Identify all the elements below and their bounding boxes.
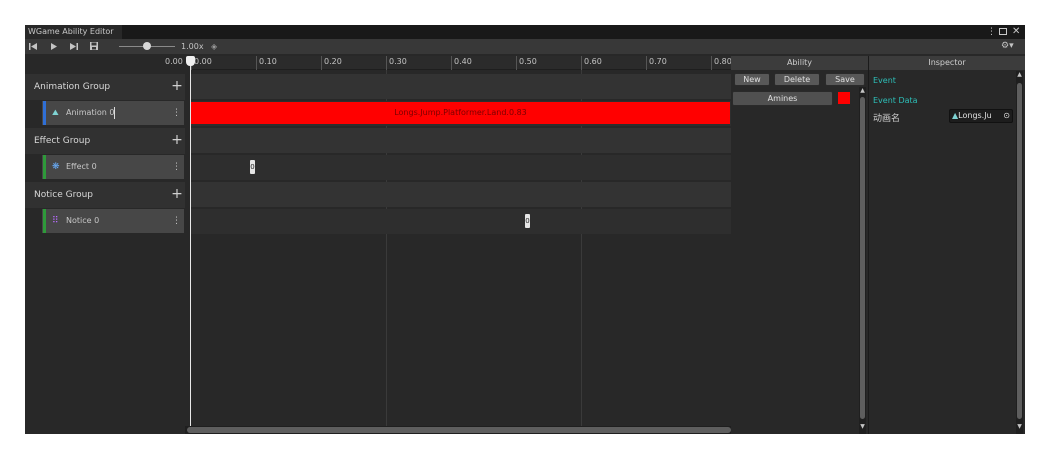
zoom-slider-handle[interactable] [143,42,151,50]
delete-button[interactable]: Delete [774,73,820,86]
inspector-event-data-label: Event Data [873,96,918,105]
ruler-tick [646,56,647,70]
ability-scrollbar-thumb[interactable] [860,97,865,419]
inspector-event-label: Event [873,76,896,85]
animation-name-field[interactable]: ▲Longs.Ju ⊙ [949,109,1013,123]
ruler-tick [256,56,257,70]
zoom-label: 1.00x [181,42,204,51]
animation-icon: ⛰ [52,108,59,117]
new-button[interactable]: New [734,73,770,86]
track-label: Effect 0 [66,162,97,171]
skip-back-icon[interactable] [26,39,40,54]
group-header-notice[interactable]: Notice Group [25,182,185,208]
track-menu-icon[interactable]: ⋮ [172,155,181,179]
inspector-scroll-down-arrow[interactable]: ▼ [1016,423,1023,431]
speed-icon[interactable]: ◈ [211,39,217,54]
kebab-menu-icon[interactable]: ⋮ [987,25,996,39]
object-picker-icon[interactable]: ⊙ [1003,110,1010,122]
save-button[interactable]: Save [825,73,865,86]
ruler-tick [451,56,452,70]
track-animation-0[interactable]: ⛰ Animation 0 ⋮ [42,101,184,125]
ability-item[interactable]: Amines [732,91,833,106]
track-menu-icon[interactable]: ⋮ [172,209,181,233]
play-icon[interactable] [47,39,61,54]
ruler-tick [711,56,712,70]
ruler-tick-label: 0.70 [649,57,667,66]
animation-name-value: Longs.Ju [958,111,992,120]
add-notice-track-button[interactable]: + [170,187,184,201]
horizontal-scrollbar-thumb[interactable] [187,427,731,433]
ability-editor-window: WGame Ability Editor ⋮ ✕ 1.00x ◈ ⚙▾ 0.00… [25,25,1025,434]
text-cursor [114,107,115,119]
notice-grid-icon: ⠿ [52,216,59,226]
ruler-tick [321,56,322,70]
title-bar [25,25,1025,39]
inspector-header[interactable]: Inspector [869,56,1025,70]
track-row-band[interactable] [191,155,731,180]
inspector-field-label: 动画名 [873,114,901,124]
group-row-band [191,182,731,207]
playhead-line [190,60,191,426]
ruler-tick-label: 0.80 [714,57,732,66]
track-notice-0[interactable]: ⠿ Notice 0 ⋮ [42,209,184,233]
ruler-tick-label: 0.50 [519,57,537,66]
window-title-tab[interactable]: WGame Ability Editor [25,25,122,39]
track-label: Animation 0 [66,108,115,117]
add-effect-track-button[interactable]: + [170,133,184,147]
playhead-time: 0.00 [165,57,183,66]
ruler-tick [581,56,582,70]
ruler-tick-label: 0.30 [389,57,407,66]
track-accent-bar [43,101,46,125]
track-label: Notice 0 [66,216,100,225]
track-accent-bar [43,155,46,179]
track-effect-0[interactable]: ❋ Effect 0 ⋮ [42,155,184,179]
step-forward-icon[interactable] [67,39,81,54]
group-row-band [191,74,731,99]
ruler-tick [516,56,517,70]
animation-clip[interactable]: Longs.Jump.Platformer.Land.0.83 [191,102,730,124]
scroll-down-arrow[interactable]: ▼ [859,423,866,431]
scroll-up-arrow[interactable]: ▲ [859,87,866,95]
ability-panel-header[interactable]: Ability [731,56,868,70]
gear-icon[interactable]: ⚙▾ [1001,39,1014,54]
ability-item-color-swatch[interactable] [838,92,850,104]
notice-keyframe[interactable]: 0 [525,214,530,228]
ruler-tick-label: 0.00 [194,57,212,66]
group-row-band [191,128,731,153]
track-accent-bar [43,209,46,233]
ability-panel [731,56,868,434]
ruler-tick-label: 0.40 [454,57,472,66]
floppy-disk-icon[interactable] [87,39,101,54]
add-animation-track-button[interactable]: + [170,79,184,93]
toolbar [25,39,1025,54]
effect-keyframe[interactable]: 0 [250,160,255,174]
ruler-tick-label: 0.10 [259,57,277,66]
playhead-handle[interactable] [186,56,195,66]
ruler-tick-label: 0.20 [324,57,342,66]
effect-icon: ❋ [52,162,60,172]
group-header-effect[interactable]: Effect Group [25,128,185,154]
animation-clip-label: Longs.Jump.Platformer.Land.0.83 [394,108,527,117]
maximize-icon[interactable] [999,28,1007,35]
close-icon[interactable]: ✕ [1012,25,1020,39]
group-header-animation[interactable]: Animation Group [25,74,185,100]
ruler-tick-label: 0.60 [584,57,602,66]
track-row-band[interactable] [191,209,731,234]
track-menu-icon[interactable]: ⋮ [172,101,181,125]
ruler-tick [386,56,387,70]
inspector-scrollbar-thumb[interactable] [1017,83,1022,419]
inspector-scroll-up-arrow[interactable]: ▲ [1016,71,1023,79]
